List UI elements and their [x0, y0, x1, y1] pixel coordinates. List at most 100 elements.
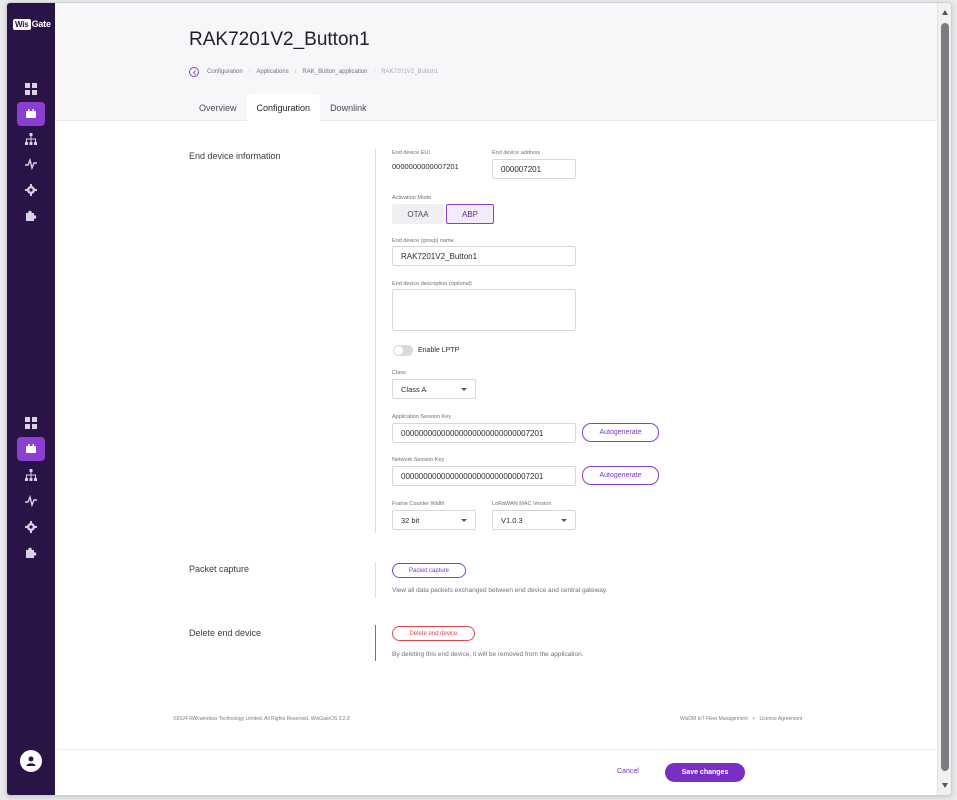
frame-counter-width-select[interactable]: 32 bit — [392, 510, 476, 530]
net-key-autogenerate-button[interactable]: Autogenerate — [582, 466, 659, 485]
breadcrumb: Configuration / Applications / RAK_Butto… — [189, 67, 444, 77]
device-description-label: End device description (optional) — [392, 281, 472, 287]
gear-icon — [25, 184, 37, 196]
puzzle-icon — [26, 547, 37, 558]
sidebar-item-network[interactable] — [17, 127, 45, 151]
packet-capture-description: View all data packets exchanged between … — [392, 587, 608, 594]
toggle-knob — [394, 346, 403, 355]
device-name-label: End device (group) name — [392, 238, 454, 244]
section-label-delete-device: Delete end device — [189, 628, 262, 638]
scroll-up-arrow-icon[interactable] — [942, 10, 948, 15]
breadcrumb-application[interactable]: RAK_Button_application — [302, 69, 367, 75]
tab-configuration[interactable]: Configuration — [246, 94, 321, 121]
breadcrumb-separator: / — [294, 69, 297, 75]
section-divider — [375, 562, 376, 598]
sidebar-item-devices[interactable] — [17, 102, 45, 126]
sidebar-item-devices-2[interactable] — [17, 437, 45, 461]
activation-otaa-button[interactable]: OTAA — [392, 204, 444, 224]
app-window: Wis Gate RAK7201V2_Button1 Configuration… — [6, 2, 952, 796]
lorawan-mac-version-value: V1.0.3 — [501, 515, 523, 525]
breadcrumb-current: RAK7201V2_Button1 — [381, 69, 439, 75]
puzzle-icon — [26, 210, 37, 221]
activation-mode-label: Activation Mode — [392, 195, 432, 201]
user-icon — [26, 756, 36, 766]
sidebar-item-dashboard-2[interactable] — [17, 411, 45, 435]
sidebar: Wis Gate — [7, 3, 55, 795]
scroll-thumb[interactable] — [941, 23, 949, 771]
chevron-down-icon — [461, 388, 467, 391]
back-button[interactable] — [189, 67, 199, 77]
sidebar-item-dashboard[interactable] — [17, 77, 45, 101]
sidebar-item-settings-2[interactable] — [17, 515, 45, 539]
device-description-textarea[interactable] — [392, 289, 576, 331]
packet-capture-button[interactable]: Packet capture — [392, 563, 466, 578]
delete-device-button[interactable]: Delete end device — [392, 626, 475, 641]
page-header: RAK7201V2_Button1 Configuration / Applic… — [55, 3, 937, 121]
frame-counter-width-label: Frame Counter Width — [392, 501, 445, 507]
activity-icon — [25, 495, 37, 507]
class-select-value: Class A — [401, 384, 427, 394]
action-bar: Cancel Save changes — [55, 749, 937, 795]
network-session-key-label: Network Session Key — [392, 457, 445, 463]
wisgate-logo[interactable]: Wis Gate — [13, 17, 51, 31]
logo-text: Gate — [31, 19, 51, 29]
eui-value: 0000000000007201 — [392, 162, 459, 171]
breadcrumb-separator: / — [248, 69, 251, 75]
activity-icon — [25, 158, 37, 170]
sidebar-item-network-2[interactable] — [17, 463, 45, 487]
address-input[interactable]: 000007201 — [492, 159, 576, 179]
network-icon — [25, 133, 37, 145]
chevron-down-icon — [461, 519, 467, 522]
app-key-autogenerate-button[interactable]: Autogenerate — [582, 423, 659, 442]
sidebar-item-activity-2[interactable] — [17, 489, 45, 513]
tab-overview[interactable]: Overview — [189, 94, 247, 121]
footer-separator: • — [752, 716, 755, 722]
licence-agreement-link[interactable]: Licence Agreement — [759, 716, 802, 722]
copyright-text: ©2024 RAKwireless Technology Limited. Al… — [173, 716, 350, 722]
lptp-label: Enable LPTP — [418, 347, 460, 354]
page-title: RAK7201V2_Button1 — [189, 29, 370, 50]
app-session-key-input[interactable]: 00000000000000000000000000007201 — [392, 423, 576, 443]
tab-downlink[interactable]: Downlink — [320, 94, 377, 121]
breadcrumb-applications[interactable]: Applications — [256, 69, 288, 75]
vertical-scrollbar[interactable] — [937, 3, 951, 795]
cancel-button[interactable]: Cancel — [617, 768, 639, 775]
breadcrumb-separator: / — [373, 69, 376, 75]
footer-links: WisDM IoT Fleet Management • Licence Agr… — [680, 716, 802, 722]
network-session-key-input[interactable]: 00000000000000000000000000007201 — [392, 466, 576, 486]
eui-label: End device EUI — [392, 150, 430, 156]
breadcrumb-configuration[interactable]: Configuration — [207, 69, 243, 75]
sidebar-item-extensions[interactable] — [17, 204, 45, 228]
save-changes-button[interactable]: Save changes — [665, 763, 745, 782]
wisdm-link[interactable]: WisDM IoT Fleet Management — [680, 716, 748, 722]
sidebar-item-extensions-2[interactable] — [17, 541, 45, 565]
class-label: Class — [392, 370, 406, 376]
device-name-input[interactable]: RAK7201V2_Button1 — [392, 246, 576, 266]
dashboard-icon — [25, 83, 37, 95]
scroll-down-arrow-icon[interactable] — [942, 783, 948, 788]
chevron-left-icon — [192, 69, 196, 75]
device-icon — [26, 444, 36, 453]
chevron-down-icon — [561, 519, 567, 522]
sidebar-item-activity[interactable] — [17, 152, 45, 176]
sidebar-item-settings[interactable] — [17, 178, 45, 202]
lptp-toggle[interactable] — [393, 345, 413, 356]
tab-bar: Overview Configuration Downlink — [189, 94, 377, 121]
dashboard-icon — [25, 417, 37, 429]
class-select[interactable]: Class A — [392, 379, 476, 399]
frame-counter-width-value: 32 bit — [401, 515, 420, 525]
address-label: End device address — [492, 150, 541, 156]
device-icon — [26, 109, 36, 118]
lorawan-mac-version-select[interactable]: V1.0.3 — [492, 510, 576, 530]
network-icon — [25, 469, 37, 481]
logo-box-text: Wis — [13, 18, 31, 30]
section-label-device-info: End device information — [189, 151, 281, 161]
user-avatar[interactable] — [20, 750, 42, 772]
section-label-packet-capture: Packet capture — [189, 564, 250, 574]
lorawan-mac-version-label: LoRaWAN MAC Version — [492, 501, 552, 507]
danger-divider — [375, 625, 376, 661]
delete-device-description: By deleting this end device, it will be … — [392, 651, 584, 658]
section-divider — [375, 149, 376, 533]
gear-icon — [25, 521, 37, 533]
activation-abp-button[interactable]: ABP — [446, 204, 494, 224]
